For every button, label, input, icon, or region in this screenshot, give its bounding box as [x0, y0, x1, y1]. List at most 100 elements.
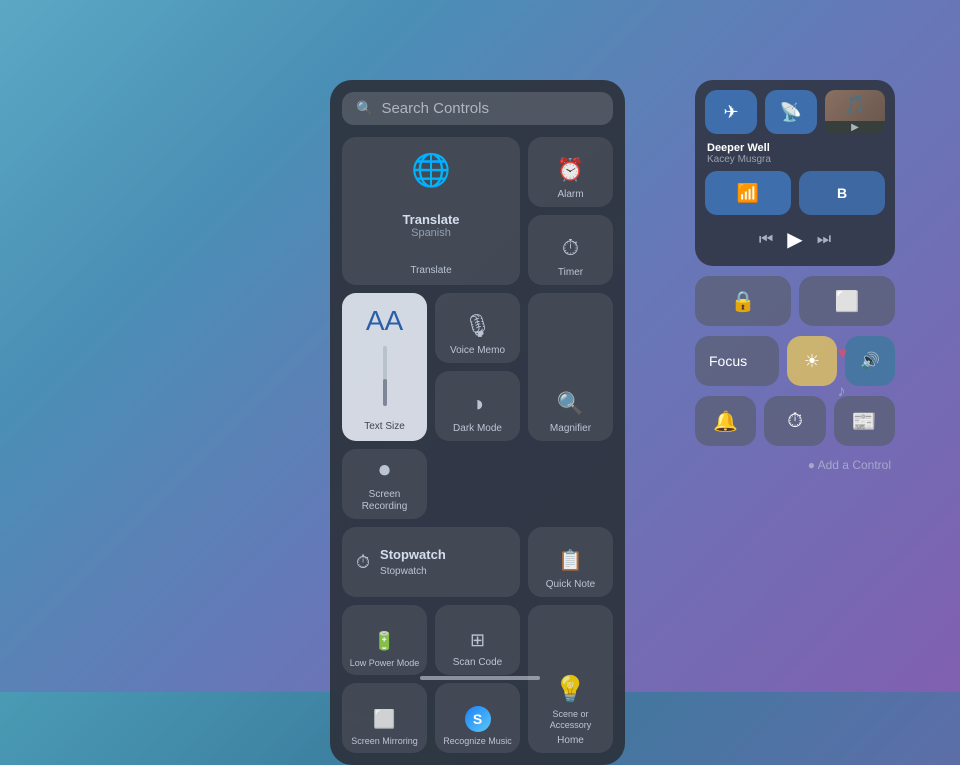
- alarm-control[interactable]: ⏰ Alarm: [528, 137, 613, 207]
- timer-icon: ⏱: [787, 410, 803, 433]
- bell-button[interactable]: 🔔: [695, 396, 756, 446]
- timer-button[interactable]: ⏱: [764, 396, 825, 446]
- side-icons: ♥ ♪: [838, 345, 848, 401]
- translate-label: Translate: [410, 265, 451, 277]
- play-pause-button[interactable]: ▶: [787, 227, 802, 252]
- voice-memo-icon: 🎙: [464, 313, 492, 339]
- voice-memo-label: Voice Memo: [450, 345, 505, 357]
- airplane-icon: ✈: [723, 102, 738, 123]
- text-size-control[interactable]: AA Text Size: [342, 293, 427, 441]
- screen-mirroring-icon: ⬜: [835, 289, 860, 314]
- translate-control[interactable]: 🌐 Translate Spanish Translate: [342, 137, 520, 285]
- home-icon: 💡: [554, 674, 586, 705]
- bell-icon: 🔔: [713, 409, 738, 434]
- scan-code-icon: ⊞: [470, 630, 485, 651]
- song-artist: Kacey Musgra: [707, 154, 883, 165]
- hotspot-icon: 📡: [780, 102, 802, 123]
- airplane-mode-button[interactable]: ✈: [705, 90, 757, 134]
- low-power-label: Low Power Mode: [350, 658, 420, 669]
- focus-row: Focus ☀ 🔊: [695, 336, 895, 386]
- controls-grid: 🌐 Translate Spanish Translate ⏰ Alarm ⏱ …: [342, 137, 613, 753]
- home-scene-control[interactable]: 💡 Scene or Accessory Home: [528, 605, 613, 753]
- recognize-music-label: Recognize Music: [443, 736, 512, 747]
- magnifier-control[interactable]: 🔍 Magnifier: [528, 293, 613, 441]
- add-control-label: ● Add a Control: [808, 458, 891, 472]
- screen-recording-label: Screen Recording: [346, 489, 423, 513]
- search-input[interactable]: Search Controls: [381, 100, 489, 117]
- low-power-control[interactable]: 🔋 Low Power Mode: [342, 605, 427, 675]
- quick-note-label: Quick Note: [546, 579, 595, 591]
- music-note-icon: ♪: [838, 383, 848, 401]
- quick-note-control[interactable]: 📋 Quick Note: [528, 527, 613, 597]
- brightness-button[interactable]: ☀: [787, 336, 837, 386]
- home-scene-label: Scene or Accessory: [532, 709, 609, 731]
- screen-lock-button[interactable]: 🔒: [695, 276, 791, 326]
- previous-button[interactable]: ⏮: [759, 231, 773, 249]
- stopwatch-label: Stopwatch: [380, 566, 446, 578]
- bluetooth-icon: B: [837, 185, 847, 201]
- screen-recording-control[interactable]: ⏺ Screen Recording: [342, 449, 427, 519]
- search-controls-panel: 🔍 Search Controls 🌐 Translate Spanish Tr…: [330, 80, 625, 765]
- focus-button[interactable]: Focus: [695, 336, 779, 386]
- search-bar[interactable]: 🔍 Search Controls: [342, 92, 613, 125]
- screen-mirroring-button[interactable]: ⬜: [799, 276, 895, 326]
- album-art-image: 🎵: [825, 90, 885, 121]
- stopwatch-title: Stopwatch: [380, 547, 446, 562]
- heart-icon: ♥: [838, 345, 848, 363]
- translate-title: Translate: [402, 212, 459, 227]
- stopwatch-control[interactable]: ⏱ Stopwatch Stopwatch: [342, 527, 520, 597]
- voice-memo-control[interactable]: 🎙 Voice Memo: [435, 293, 520, 363]
- screen-mirroring-label: Screen Mirroring: [351, 736, 418, 747]
- home-label: Home: [557, 735, 584, 747]
- personal-hotspot-button[interactable]: 📡: [765, 90, 817, 134]
- connectivity-row: 📶 B: [705, 171, 885, 215]
- magnifier-label: Magnifier: [550, 423, 591, 435]
- bottom-controls-row: 🔔 ⏱ 📰: [695, 396, 895, 446]
- alarm-label: Alarm: [557, 189, 583, 201]
- translate-icon: 🌐: [411, 151, 451, 189]
- text-size-icon: AA: [366, 307, 403, 335]
- airplay-icon: ▶: [851, 122, 859, 133]
- home-indicator: [420, 676, 540, 680]
- wifi-button[interactable]: 📶: [705, 171, 791, 215]
- screen-mirroring-icon: ⬜: [373, 709, 395, 730]
- text-size-label: Text Size: [364, 421, 405, 433]
- dark-mode-control[interactable]: ◑ Dark Mode: [435, 371, 520, 441]
- dark-mode-icon: ◑: [471, 391, 484, 417]
- airplay-icon-area: ▶: [825, 121, 885, 134]
- wifi-icon: 📶: [737, 183, 759, 204]
- focus-label: Focus: [709, 353, 747, 369]
- recognize-music-control[interactable]: S Recognize Music: [435, 683, 520, 753]
- transport-controls: ⏮ ▶ ⏭: [705, 223, 885, 256]
- news-button[interactable]: 📰: [834, 396, 895, 446]
- brightness-icon: ☀: [804, 351, 820, 372]
- news-icon: 📰: [852, 409, 877, 434]
- alarm-icon: ⏰: [557, 157, 584, 183]
- song-info-area: Deeper Well Kacey Musgra: [705, 142, 885, 165]
- now-playing-card: ✈ 📡 🎵 ▶ Deeper Well Kacey Musgra: [695, 80, 895, 266]
- timer-control[interactable]: ⏱ Timer: [528, 215, 613, 285]
- scan-code-control[interactable]: ⊞ Scan Code: [435, 605, 520, 675]
- volume-icon: 🔊: [860, 351, 880, 371]
- next-button[interactable]: ⏭: [817, 231, 831, 249]
- shazam-icon: S: [465, 706, 491, 732]
- volume-button[interactable]: 🔊: [845, 336, 895, 386]
- translate-subtitle: Spanish: [402, 227, 459, 239]
- timer-icon: ⏱: [562, 235, 579, 261]
- album-art-area: 🎵 ▶: [825, 90, 885, 134]
- song-title: Deeper Well: [707, 142, 883, 154]
- screen-mirroring-control[interactable]: ⬜ Screen Mirroring: [342, 683, 427, 753]
- quick-note-icon: 📋: [558, 548, 583, 573]
- stopwatch-icon: ⏱: [356, 552, 370, 573]
- now-playing-top-row: ✈ 📡 🎵 ▶: [705, 90, 885, 134]
- low-power-icon: 🔋: [373, 631, 395, 652]
- magnifier-icon: 🔍: [557, 391, 584, 417]
- search-icon: 🔍: [356, 100, 373, 117]
- right-control-panel: ✈ 📡 🎵 ▶ Deeper Well Kacey Musgra: [695, 80, 895, 474]
- bluetooth-button[interactable]: B: [799, 171, 885, 215]
- lock-mirroring-row: 🔒 ⬜: [695, 276, 895, 326]
- add-control-area[interactable]: ● Add a Control: [695, 456, 895, 474]
- scan-code-label: Scan Code: [453, 657, 502, 669]
- timer-label: Timer: [558, 267, 583, 279]
- screen-lock-icon: 🔒: [731, 289, 756, 314]
